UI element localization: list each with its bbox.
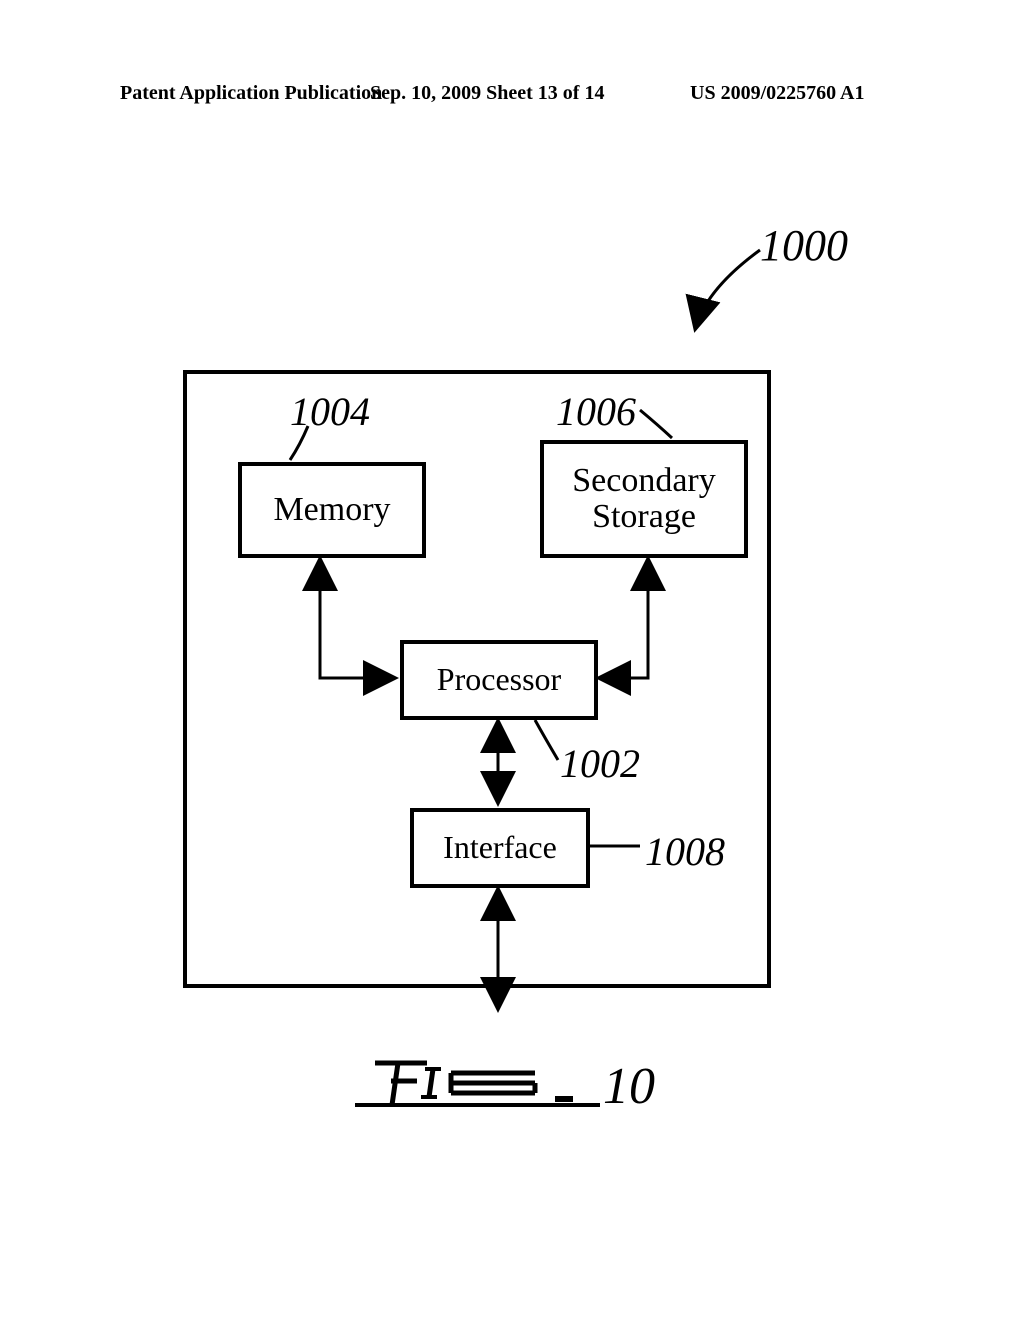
block-secondary-storage: Secondary Storage xyxy=(540,440,748,558)
figure-label: 10 xyxy=(355,1055,695,1115)
ref-1006: 1006 xyxy=(556,388,636,435)
svg-text:10: 10 xyxy=(603,1058,655,1115)
ref-1008: 1008 xyxy=(645,828,725,875)
block-processor: Processor xyxy=(400,640,598,720)
ref-1004: 1004 xyxy=(290,388,370,435)
block-interface: Interface xyxy=(410,808,590,888)
block-processor-label: Processor xyxy=(437,663,561,697)
block-secondary-label: Secondary Storage xyxy=(572,463,716,534)
block-interface-label: Interface xyxy=(443,831,557,865)
block-memory-label: Memory xyxy=(273,492,390,528)
ref-1002: 1002 xyxy=(560,740,640,787)
block-memory: Memory xyxy=(238,462,426,558)
